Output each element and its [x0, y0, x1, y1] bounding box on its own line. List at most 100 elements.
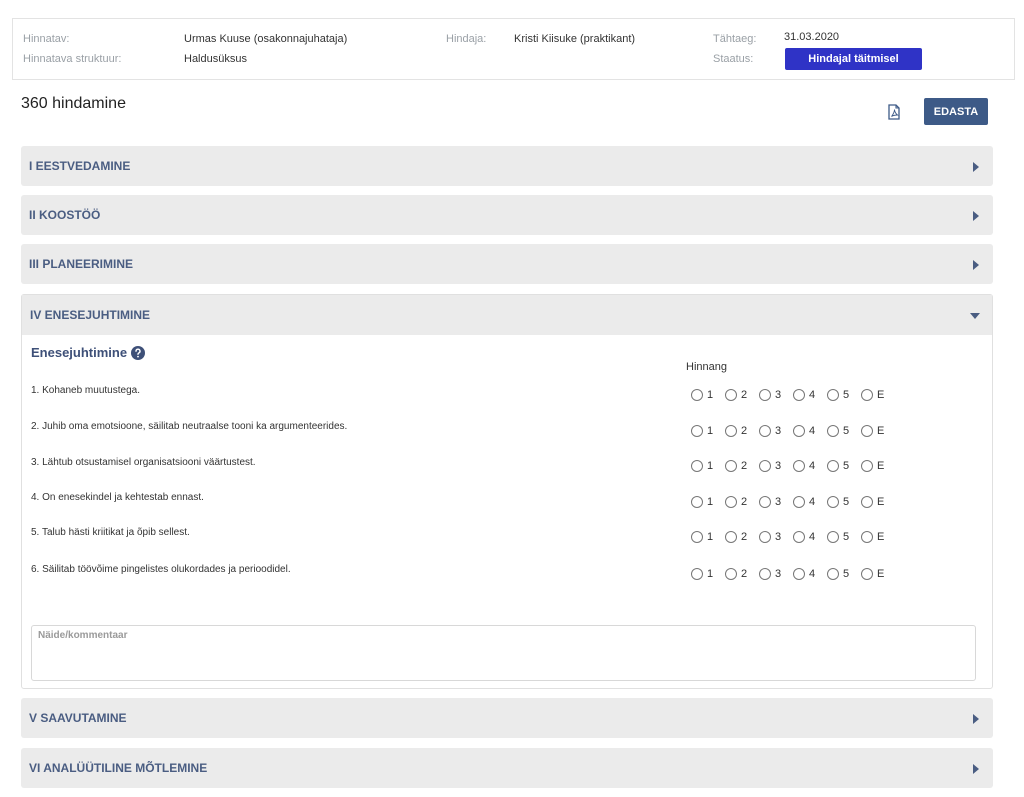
- radio-button[interactable]: [759, 389, 771, 401]
- rating-option[interactable]: 1: [691, 389, 720, 401]
- radio-button[interactable]: [691, 389, 703, 401]
- radio-button[interactable]: [861, 460, 873, 472]
- rating-option[interactable]: E: [861, 425, 890, 437]
- radio-button[interactable]: [759, 531, 771, 543]
- radio-button[interactable]: [691, 568, 703, 580]
- rating-option[interactable]: 1: [691, 531, 720, 543]
- rating-option[interactable]: 1: [691, 425, 720, 437]
- rating-option[interactable]: 3: [759, 531, 788, 543]
- rating-option[interactable]: 3: [759, 460, 788, 472]
- radio-button[interactable]: [759, 496, 771, 508]
- radio-button[interactable]: [691, 496, 703, 508]
- rating-option[interactable]: 5: [827, 389, 856, 401]
- rating-option[interactable]: 4: [793, 460, 822, 472]
- rating-option[interactable]: 3: [759, 496, 788, 508]
- status-label: Staatus:: [713, 53, 754, 65]
- radio-button[interactable]: [827, 425, 839, 437]
- deadline-label: Tähtaeg:: [713, 33, 757, 45]
- section-analytical-thinking[interactable]: VI ANALÜÜTILINE MÕTLEMINE: [21, 748, 993, 788]
- rating-option[interactable]: E: [861, 460, 890, 472]
- rating-option[interactable]: 3: [759, 568, 788, 580]
- forward-button[interactable]: EDASTA: [924, 98, 988, 125]
- rating-radio-group: 1 2 3 4 5 E: [691, 531, 895, 543]
- rating-option[interactable]: 4: [793, 531, 822, 543]
- radio-button[interactable]: [827, 496, 839, 508]
- radio-button[interactable]: [725, 389, 737, 401]
- radio-button[interactable]: [759, 568, 771, 580]
- radio-button[interactable]: [861, 568, 873, 580]
- rating-radio-group: 1 2 3 4 5 E: [691, 389, 895, 401]
- rating-option[interactable]: 5: [827, 568, 856, 580]
- rating-option[interactable]: 2: [725, 425, 754, 437]
- rating-option-label: 3: [775, 460, 782, 472]
- rating-option[interactable]: 4: [793, 425, 822, 437]
- radio-button[interactable]: [827, 531, 839, 543]
- rating-option-label: E: [877, 531, 885, 543]
- rating-option-label: 1: [707, 496, 714, 508]
- section-cooperation[interactable]: II KOOSTÖÖ: [21, 195, 993, 235]
- section-leadership[interactable]: I EESTVEDAMINE: [21, 146, 993, 186]
- rating-option[interactable]: 2: [725, 389, 754, 401]
- rating-option[interactable]: 4: [793, 568, 822, 580]
- radio-button[interactable]: [793, 531, 805, 543]
- section-planning[interactable]: III PLANEERIMINE: [21, 244, 993, 284]
- radio-button[interactable]: [691, 425, 703, 437]
- radio-button[interactable]: [691, 531, 703, 543]
- rating-option[interactable]: E: [861, 496, 890, 508]
- radio-button[interactable]: [725, 531, 737, 543]
- rating-option[interactable]: 1: [691, 460, 720, 472]
- radio-button[interactable]: [861, 425, 873, 437]
- rating-option-label: 1: [707, 389, 714, 401]
- rating-option[interactable]: 5: [827, 425, 856, 437]
- section-achievement[interactable]: V SAAVUTAMINE: [21, 698, 993, 738]
- radio-button[interactable]: [691, 460, 703, 472]
- radio-button[interactable]: [793, 568, 805, 580]
- rating-option[interactable]: 4: [793, 496, 822, 508]
- rating-option[interactable]: 5: [827, 531, 856, 543]
- rating-option[interactable]: 2: [725, 496, 754, 508]
- radio-button[interactable]: [861, 531, 873, 543]
- rating-option[interactable]: E: [861, 568, 890, 580]
- rating-option[interactable]: E: [861, 389, 890, 401]
- radio-button[interactable]: [793, 425, 805, 437]
- rating-option[interactable]: 4: [793, 389, 822, 401]
- rating-option[interactable]: 1: [691, 496, 720, 508]
- rating-option-label: 2: [741, 496, 748, 508]
- question-circle-icon[interactable]: [131, 345, 146, 360]
- radio-button[interactable]: [725, 496, 737, 508]
- question-text: 3. Lähtub otsustamisel organisatsiooni v…: [31, 457, 256, 468]
- rating-option-label: E: [877, 496, 885, 508]
- rating-option-label: E: [877, 389, 885, 401]
- rating-option[interactable]: 2: [725, 568, 754, 580]
- radio-button[interactable]: [861, 389, 873, 401]
- rating-option-label: 4: [809, 531, 816, 543]
- section-header[interactable]: IV ENESEJUHTIMINE: [22, 295, 992, 335]
- radio-button[interactable]: [827, 568, 839, 580]
- rating-radio-group: 1 2 3 4 5 E: [691, 460, 895, 472]
- rating-option[interactable]: 2: [725, 460, 754, 472]
- radio-button[interactable]: [725, 425, 737, 437]
- radio-button[interactable]: [759, 425, 771, 437]
- rating-option[interactable]: 5: [827, 460, 856, 472]
- radio-button[interactable]: [793, 389, 805, 401]
- rating-option[interactable]: 1: [691, 568, 720, 580]
- rating-option[interactable]: 3: [759, 425, 788, 437]
- rating-option[interactable]: 5: [827, 496, 856, 508]
- section-title: V SAAVUTAMINE: [29, 711, 127, 725]
- radio-button[interactable]: [861, 496, 873, 508]
- radio-button[interactable]: [793, 496, 805, 508]
- rating-option[interactable]: 3: [759, 389, 788, 401]
- radio-button[interactable]: [827, 389, 839, 401]
- rating-option[interactable]: 2: [725, 531, 754, 543]
- radio-button[interactable]: [725, 568, 737, 580]
- radio-button[interactable]: [793, 460, 805, 472]
- rating-option-label: 4: [809, 425, 816, 437]
- rating-option[interactable]: E: [861, 531, 890, 543]
- rating-option-label: 4: [809, 389, 816, 401]
- rating-option-label: 3: [775, 389, 782, 401]
- comment-field[interactable]: [32, 626, 975, 680]
- radio-button[interactable]: [759, 460, 771, 472]
- pdf-icon[interactable]: [887, 104, 901, 120]
- radio-button[interactable]: [827, 460, 839, 472]
- radio-button[interactable]: [725, 460, 737, 472]
